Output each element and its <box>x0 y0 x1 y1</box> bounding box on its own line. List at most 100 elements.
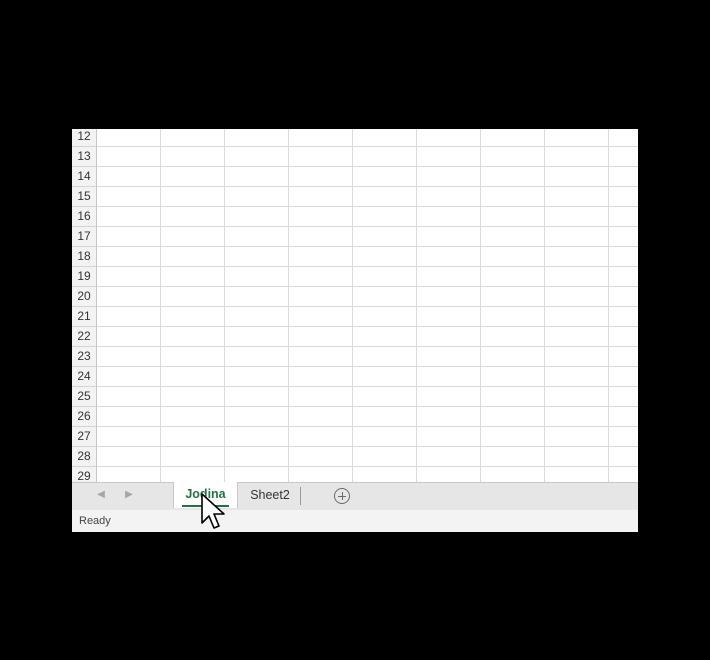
cell[interactable] <box>417 407 481 427</box>
cell[interactable] <box>417 287 481 307</box>
cell[interactable] <box>353 129 417 147</box>
cell[interactable] <box>161 187 225 207</box>
cell[interactable] <box>161 447 225 467</box>
cell[interactable] <box>97 447 161 467</box>
cell[interactable] <box>289 207 353 227</box>
cell[interactable] <box>289 327 353 347</box>
cell[interactable] <box>225 347 289 367</box>
cell[interactable] <box>609 447 638 467</box>
cell[interactable] <box>417 427 481 447</box>
cell[interactable] <box>161 347 225 367</box>
cell[interactable] <box>417 147 481 167</box>
cell[interactable] <box>353 207 417 227</box>
row-header[interactable]: 17 <box>72 227 97 247</box>
cell[interactable] <box>609 247 638 267</box>
cell[interactable] <box>609 307 638 327</box>
cell[interactable] <box>225 129 289 147</box>
cell[interactable] <box>289 129 353 147</box>
cell[interactable] <box>481 387 545 407</box>
cell[interactable] <box>353 287 417 307</box>
cell[interactable] <box>417 187 481 207</box>
cell[interactable] <box>353 267 417 287</box>
cell[interactable] <box>609 467 638 482</box>
row-header[interactable]: 23 <box>72 347 97 367</box>
cell[interactable] <box>481 327 545 347</box>
cell[interactable] <box>161 327 225 347</box>
cell[interactable] <box>353 367 417 387</box>
cell[interactable] <box>545 287 609 307</box>
cell[interactable] <box>289 367 353 387</box>
cell[interactable] <box>161 247 225 267</box>
cell[interactable] <box>353 167 417 187</box>
cell[interactable] <box>97 167 161 187</box>
cell[interactable] <box>289 227 353 247</box>
cell[interactable] <box>609 207 638 227</box>
cell[interactable] <box>289 167 353 187</box>
cell[interactable] <box>545 407 609 427</box>
cell[interactable] <box>225 167 289 187</box>
row-header[interactable]: 18 <box>72 247 97 267</box>
cell[interactable] <box>545 147 609 167</box>
cell[interactable] <box>545 207 609 227</box>
cell[interactable] <box>353 447 417 467</box>
cell[interactable] <box>609 287 638 307</box>
cell[interactable] <box>481 167 545 187</box>
row-header[interactable]: 20 <box>72 287 97 307</box>
chevron-right-icon[interactable]: ▶ <box>123 489 135 500</box>
cell[interactable] <box>225 327 289 347</box>
cell[interactable] <box>417 467 481 482</box>
cell[interactable] <box>225 227 289 247</box>
cell[interactable] <box>353 187 417 207</box>
cell[interactable] <box>481 247 545 267</box>
cell[interactable] <box>353 347 417 367</box>
cell[interactable] <box>161 287 225 307</box>
cell[interactable] <box>161 227 225 247</box>
cell[interactable] <box>97 387 161 407</box>
cell[interactable] <box>225 287 289 307</box>
cell[interactable] <box>481 367 545 387</box>
cell[interactable] <box>289 147 353 167</box>
cell[interactable] <box>225 407 289 427</box>
cell[interactable] <box>97 307 161 327</box>
cell[interactable] <box>289 467 353 482</box>
row-header[interactable]: 16 <box>72 207 97 227</box>
cell[interactable] <box>481 407 545 427</box>
cell[interactable] <box>609 227 638 247</box>
cell[interactable] <box>225 187 289 207</box>
cell[interactable] <box>161 367 225 387</box>
cell[interactable] <box>289 347 353 367</box>
cell[interactable] <box>545 467 609 482</box>
cell[interactable] <box>225 427 289 447</box>
row-header[interactable]: 24 <box>72 367 97 387</box>
cell[interactable] <box>289 267 353 287</box>
cell[interactable] <box>353 467 417 482</box>
cell[interactable] <box>225 247 289 267</box>
cell[interactable] <box>289 247 353 267</box>
cell[interactable] <box>545 347 609 367</box>
cell[interactable] <box>353 307 417 327</box>
cell[interactable] <box>545 267 609 287</box>
cell[interactable] <box>609 167 638 187</box>
cell[interactable] <box>353 327 417 347</box>
cell[interactable] <box>161 467 225 482</box>
cell[interactable] <box>609 267 638 287</box>
cell[interactable] <box>161 129 225 147</box>
cell[interactable] <box>609 407 638 427</box>
cell[interactable] <box>545 187 609 207</box>
row-header[interactable]: 19 <box>72 267 97 287</box>
cell[interactable] <box>545 447 609 467</box>
cell[interactable] <box>481 307 545 327</box>
cell[interactable] <box>353 147 417 167</box>
cell[interactable] <box>225 447 289 467</box>
sheet-tab-sheet2[interactable]: Sheet2 <box>240 483 300 509</box>
chevron-left-icon[interactable]: ◀ <box>95 489 107 500</box>
cell[interactable] <box>353 247 417 267</box>
cell[interactable] <box>97 267 161 287</box>
cell[interactable] <box>225 307 289 327</box>
cell[interactable] <box>417 327 481 347</box>
cell[interactable] <box>97 227 161 247</box>
cell[interactable] <box>609 129 638 147</box>
cell[interactable] <box>97 427 161 447</box>
row-header[interactable]: 13 <box>72 147 97 167</box>
row-header[interactable]: 28 <box>72 447 97 467</box>
